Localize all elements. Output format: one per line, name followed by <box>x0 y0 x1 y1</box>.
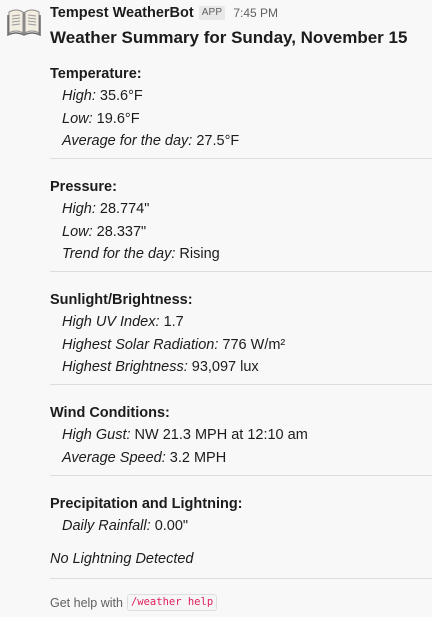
row-label: High Gust: <box>62 427 131 443</box>
help-command[interactable]: /weather help <box>126 594 218 611</box>
section-divider <box>50 384 432 385</box>
daily-rainfall-row: Daily Rainfall: 0.00" <box>50 515 432 538</box>
solar-radiation-row: Highest Solar Radiation: 776 W/m² <box>50 334 432 357</box>
help-text: Get help with <box>50 595 123 610</box>
app-badge: APP <box>198 6 226 20</box>
section-heading: Wind Conditions: <box>50 405 170 421</box>
row-value: 1.7 <box>163 314 184 330</box>
temperature-average-row: Average for the day: 27.5°F <box>50 130 432 153</box>
section-divider <box>50 271 432 272</box>
pressure-section: Pressure: High: 28.774" Low: 28.337" Tre… <box>50 176 432 266</box>
row-label: Highest Brightness: <box>62 359 188 375</box>
row-value: NW 21.3 MPH at 12:10 am <box>134 427 308 443</box>
row-label: Low: <box>62 110 93 127</box>
row-label: Average for the day: <box>62 133 193 149</box>
section-heading: Temperature: <box>50 66 142 82</box>
row-label: High UV Index: <box>62 314 160 330</box>
temperature-low-row: Low: 19.6°F <box>50 108 432 131</box>
row-label: High: <box>62 88 96 104</box>
row-label: Average Speed: <box>62 449 166 466</box>
summary-title: Weather Summary for Sunday, November 15 <box>50 28 408 47</box>
help-footer: Get help with /weather help <box>50 594 218 611</box>
uv-index-row: High UV Index: 1.7 <box>50 311 432 334</box>
row-value: 0.00" <box>154 518 189 534</box>
message-timestamp[interactable]: 7:45 PM <box>233 6 278 20</box>
row-value: 776 W/m² <box>222 336 286 353</box>
row-value: 93,097 lux <box>191 359 259 375</box>
section-heading: Sunlight/Brightness: <box>50 292 193 308</box>
open-book-icon <box>7 9 41 37</box>
row-label: Low: <box>62 223 93 240</box>
pressure-high-row: High: 28.774" <box>50 198 432 221</box>
section-divider <box>50 578 432 579</box>
bot-avatar[interactable] <box>7 6 41 37</box>
precipitation-section: Precipitation and Lightning: Daily Rainf… <box>50 493 432 538</box>
high-gust-row: High Gust: NW 21.3 MPH at 12:10 am <box>50 424 432 447</box>
wind-section: Wind Conditions: High Gust: NW 21.3 MPH … <box>50 402 432 469</box>
temperature-section: Temperature: High: 35.6°F Low: 19.6°F Av… <box>50 63 432 153</box>
row-value: 28.337" <box>96 223 147 240</box>
bot-name[interactable]: Tempest WeatherBot <box>50 5 194 21</box>
row-value: 27.5°F <box>196 133 240 149</box>
row-label: Trend for the day: <box>62 246 176 262</box>
section-divider <box>50 475 432 476</box>
row-value: 19.6°F <box>96 110 140 127</box>
row-value: 28.774" <box>99 201 150 217</box>
pressure-trend-row: Trend for the day: Rising <box>50 243 432 266</box>
pressure-low-row: Low: 28.337" <box>50 221 432 244</box>
row-label: High: <box>62 201 96 217</box>
lightning-note: No Lightning Detected <box>50 551 194 567</box>
temperature-high-row: High: 35.6°F <box>50 85 432 108</box>
row-value: 3.2 MPH <box>169 449 227 466</box>
row-label: Daily Rainfall: <box>62 518 151 534</box>
message-header: Tempest WeatherBot APP 7:45 PM <box>50 4 278 22</box>
row-value: Rising <box>179 246 220 262</box>
sunlight-section: Sunlight/Brightness: High UV Index: 1.7 … <box>50 289 432 379</box>
row-label: Highest Solar Radiation: <box>62 336 219 353</box>
row-value: 35.6°F <box>99 88 143 104</box>
brightness-row: Highest Brightness: 93,097 lux <box>50 356 432 379</box>
section-divider <box>50 158 432 159</box>
section-heading: Precipitation and Lightning: <box>50 496 243 512</box>
section-heading: Pressure: <box>50 179 117 195</box>
average-speed-row: Average Speed: 3.2 MPH <box>50 447 432 470</box>
